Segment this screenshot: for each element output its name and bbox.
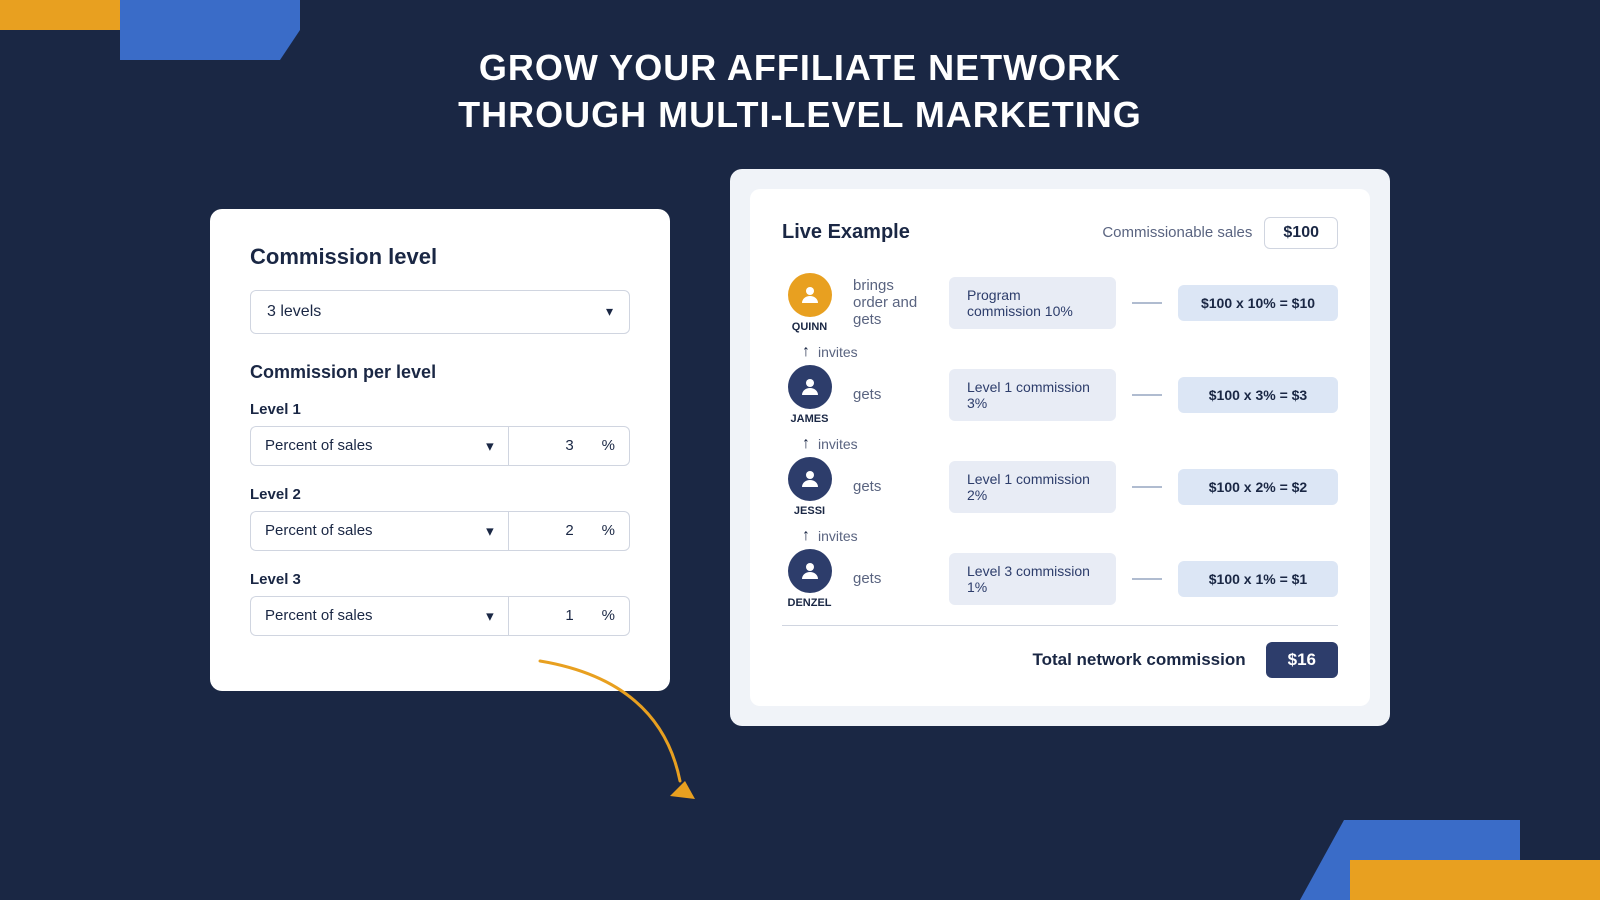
james-avatar-circle (788, 365, 832, 409)
james-name: JAMES (782, 413, 837, 425)
up-arrow-icon: ↑ (802, 343, 810, 361)
quinn-avatar: QUINN (782, 273, 837, 333)
denzel-row: DENZEL gets Level 3 commission 1% $100 x… (782, 549, 1338, 609)
main-layout: Commission level 3 levels ▾ Commission p… (0, 169, 1600, 726)
connector-line-2 (1132, 394, 1162, 396)
live-example-title: Live Example (782, 221, 910, 244)
level-2-unit: % (588, 511, 630, 551)
live-example-header: Live Example Commissionable sales $100 (782, 217, 1338, 249)
denzel-commission-result: $100 x 1% = $1 (1178, 561, 1338, 597)
james-action: gets (853, 386, 933, 403)
total-label: Total network commission (1032, 650, 1245, 670)
level-2-block: Level 2 Percent of sales ▾ % (250, 486, 630, 551)
denzel-commission-label: Level 3 commission 1% (949, 553, 1116, 605)
live-example-container: Live Example Commissionable sales $100 Q… (730, 169, 1390, 726)
james-invites-row: ↑ invites (782, 431, 1338, 457)
total-value: $16 (1266, 642, 1338, 678)
level-2-value-input[interactable] (508, 511, 588, 551)
jessi-row: JESSI gets Level 1 commission 2% $100 x … (782, 457, 1338, 517)
denzel-avatar: DENZEL (782, 549, 837, 609)
quinn-invites-row: ↑ invites (782, 339, 1338, 365)
invites-label-1: invites (818, 344, 858, 360)
jessi-avatar: JESSI (782, 457, 837, 517)
quinn-commission-result: $100 x 10% = $10 (1178, 285, 1338, 321)
quinn-avatar-circle (788, 273, 832, 317)
total-divider (782, 625, 1338, 626)
level-1-block: Level 1 Percent of sales ▾ % (250, 401, 630, 466)
chevron-down-icon: ▾ (486, 607, 494, 625)
connector-line-4 (1132, 578, 1162, 580)
level-3-label: Level 3 (250, 571, 630, 588)
total-row: Total network commission $16 (782, 642, 1338, 678)
commission-panel: Commission level 3 levels ▾ Commission p… (210, 209, 670, 691)
denzel-name: DENZEL (782, 597, 837, 609)
level-1-value-input[interactable] (508, 426, 588, 466)
invites-label-3: invites (818, 528, 858, 544)
corner-decoration-tl (0, 0, 300, 60)
quinn-name: QUINN (782, 321, 837, 333)
quinn-row: QUINN brings order and gets Program comm… (782, 273, 1338, 333)
level-2-inputs: Percent of sales ▾ % (250, 511, 630, 551)
connector-line (1132, 302, 1162, 304)
james-avatar: JAMES (782, 365, 837, 425)
level-1-type-dropdown[interactable]: Percent of sales ▾ (250, 426, 508, 466)
levels-dropdown[interactable]: 3 levels ▾ (250, 290, 630, 334)
quinn-action: brings order and gets (853, 277, 933, 328)
level-1-type-value: Percent of sales (265, 437, 373, 454)
commissionable-sales-section: Commissionable sales $100 (1102, 217, 1338, 249)
jessi-name: JESSI (782, 505, 837, 517)
commission-per-level-section: Commission per level Level 1 Percent of … (250, 362, 630, 636)
james-commission-result: $100 x 3% = $3 (1178, 377, 1338, 413)
chevron-down-icon: ▾ (486, 522, 494, 540)
level-1-unit: % (588, 426, 630, 466)
denzel-action: gets (853, 570, 933, 587)
jessi-action: gets (853, 478, 933, 495)
level-3-inputs: Percent of sales ▾ % (250, 596, 630, 636)
levels-dropdown-value: 3 levels (267, 303, 321, 321)
commission-level-heading: Commission level (250, 244, 630, 270)
level-2-label: Level 2 (250, 486, 630, 503)
level-3-value-input[interactable] (508, 596, 588, 636)
up-arrow-icon-2: ↑ (802, 435, 810, 453)
commission-per-level-heading: Commission per level (250, 362, 630, 383)
level-3-type-dropdown[interactable]: Percent of sales ▾ (250, 596, 508, 636)
jessi-avatar-circle (788, 457, 832, 501)
curved-arrow-decoration (480, 641, 700, 801)
connector-line-3 (1132, 486, 1162, 488)
jessi-commission-result: $100 x 2% = $2 (1178, 469, 1338, 505)
live-example-panel: Live Example Commissionable sales $100 Q… (750, 189, 1370, 706)
level-1-inputs: Percent of sales ▾ % (250, 426, 630, 466)
chevron-down-icon: ▾ (486, 437, 494, 455)
denzel-avatar-circle (788, 549, 832, 593)
up-arrow-icon-3: ↑ (802, 527, 810, 545)
chevron-down-icon: ▾ (606, 303, 613, 320)
jessi-invites-row: ↑ invites (782, 523, 1338, 549)
level-2-type-dropdown[interactable]: Percent of sales ▾ (250, 511, 508, 551)
invites-label-2: invites (818, 436, 858, 452)
quinn-commission-label: Program commission 10% (949, 277, 1116, 329)
james-row: JAMES gets Level 1 commission 3% $100 x … (782, 365, 1338, 425)
commissionable-value: $100 (1264, 217, 1338, 249)
level-3-type-value: Percent of sales (265, 607, 373, 624)
corner-decoration-br (1300, 820, 1600, 900)
level-1-label: Level 1 (250, 401, 630, 418)
level-2-type-value: Percent of sales (265, 522, 373, 539)
commissionable-label: Commissionable sales (1102, 224, 1252, 241)
jessi-commission-label: Level 1 commission 2% (949, 461, 1116, 513)
level-3-block: Level 3 Percent of sales ▾ % (250, 571, 630, 636)
level-3-unit: % (588, 596, 630, 636)
levels-dropdown-wrapper: 3 levels ▾ (250, 290, 630, 334)
james-commission-label: Level 1 commission 3% (949, 369, 1116, 421)
